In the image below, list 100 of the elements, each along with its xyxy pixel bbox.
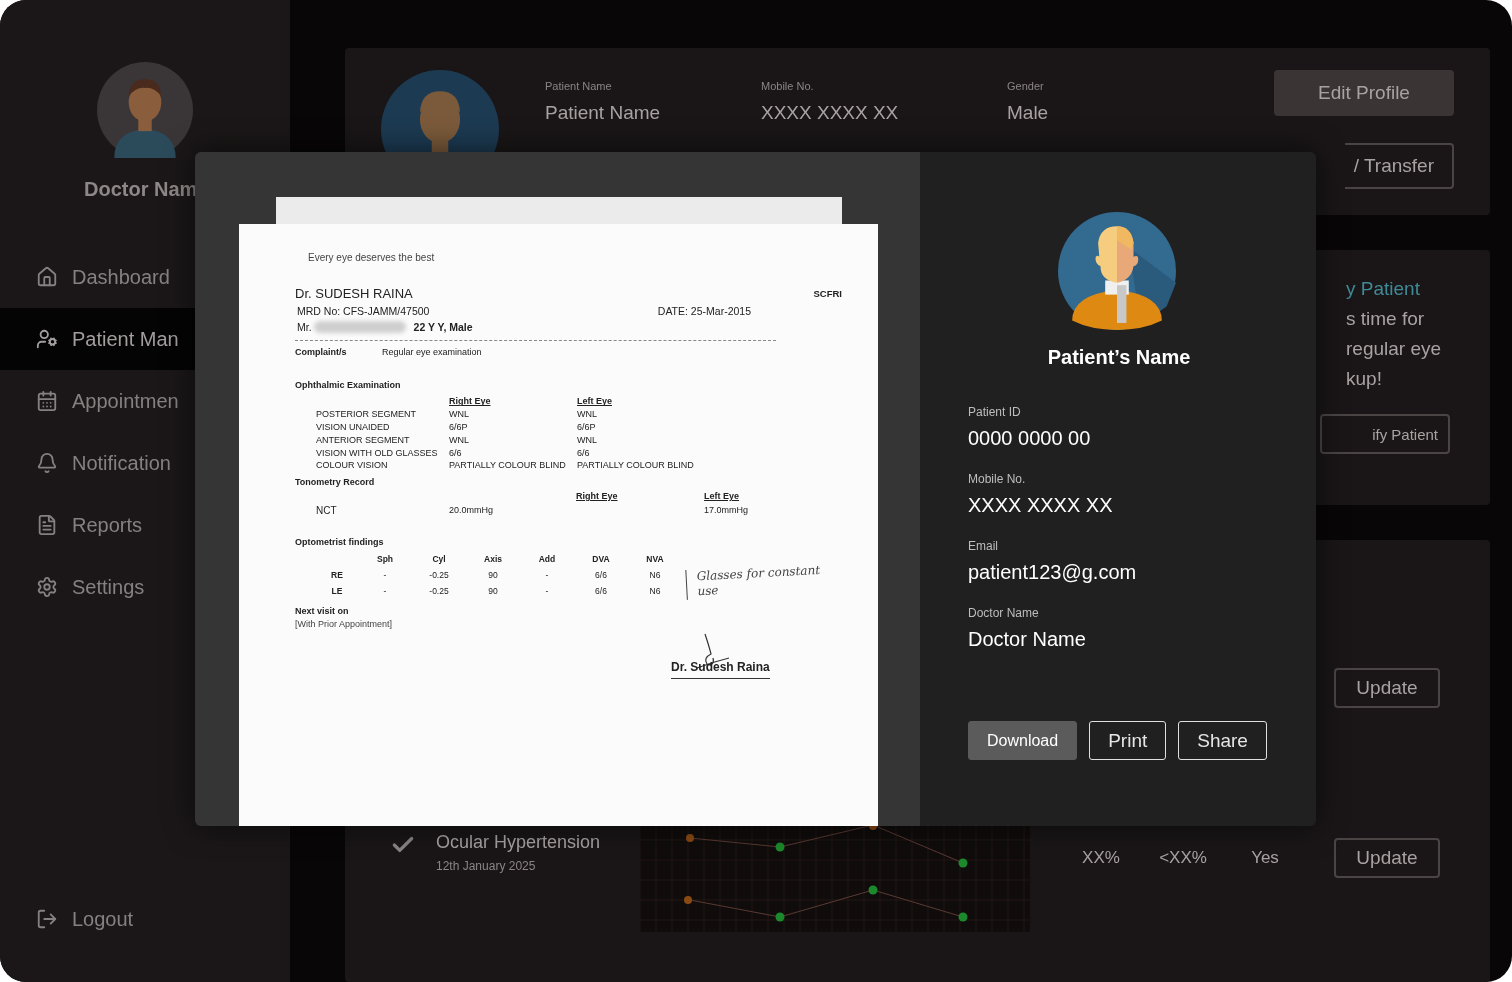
field-label: Patient Name xyxy=(545,80,613,92)
column-header: Right Eye xyxy=(449,396,492,408)
exam-value: WNL xyxy=(577,409,598,420)
profile-button[interactable]: Edit Profile xyxy=(1274,70,1454,116)
field-label: Patient ID xyxy=(968,405,1022,419)
doctor-name: Doctor Nam xyxy=(84,178,199,201)
tagline: Every eye deserves the best xyxy=(308,252,436,264)
finding-value: -0.25 xyxy=(428,585,450,597)
exam-value: 6/6 xyxy=(449,447,463,459)
complaint-label: Complaint/s xyxy=(295,346,348,358)
nav-item[interactable]: Patient Man xyxy=(0,308,195,370)
action-button[interactable]: Download xyxy=(968,721,1078,760)
signature-name: Dr. Sudesh Raina xyxy=(671,659,770,680)
doctor-heading: Dr. SUDESH RAINA xyxy=(295,286,413,302)
notify-button[interactable]: ify Patient xyxy=(1320,414,1450,454)
exam-value: PARTIALLY COLOUR BLIND xyxy=(449,460,567,472)
reminder-text: regular eye xyxy=(1346,338,1443,360)
nav-icon xyxy=(36,514,58,536)
profile-button[interactable]: / Transfer xyxy=(1345,143,1454,189)
clinic-code: SCFRI xyxy=(813,288,842,300)
column-header: Sph xyxy=(375,553,395,564)
patient-name: Patient’s Name xyxy=(1047,346,1191,369)
report-date: DATE: 25-Mar-2015 xyxy=(657,304,751,318)
logout-icon xyxy=(36,908,58,930)
column-header: Right Eye xyxy=(576,490,619,502)
field-label: Mobile No. xyxy=(968,472,1027,486)
section-title: Optometrist findings xyxy=(295,536,385,548)
exam-label: POSTERIOR SEGMENT xyxy=(316,409,417,420)
field-label: Mobile No. xyxy=(761,80,815,92)
column-header: Cyl xyxy=(431,553,447,564)
field-value: Doctor Name xyxy=(968,628,1087,651)
patient-details: 22 Y Y, Male xyxy=(413,321,473,334)
row-label: LE xyxy=(330,585,344,597)
stat-value: <XX% xyxy=(1158,848,1208,868)
field-value: XXXX XXXX XX xyxy=(968,494,1114,517)
exam-value: WNL xyxy=(577,434,598,446)
column-header: Left Eye xyxy=(577,396,613,408)
column-header: DVA xyxy=(591,553,611,564)
finding-value: 6/6 xyxy=(594,569,608,580)
exam-value: 20.0mmHg xyxy=(449,504,494,517)
section-title: Ophthalmic Examination xyxy=(295,379,402,391)
stat-value: Yes xyxy=(1250,848,1280,868)
logout-item[interactable]: Logout xyxy=(0,888,195,950)
chart-point xyxy=(958,912,968,922)
stat-value: XX% xyxy=(1081,848,1121,868)
exam-value: PARTIALLY COLOUR BLIND xyxy=(577,460,695,472)
finding-value: - xyxy=(382,585,388,597)
diagnosis-date: 12th January 2025 xyxy=(436,859,537,873)
chart-point xyxy=(775,842,785,852)
nav-item[interactable]: Dashboard xyxy=(0,246,195,308)
row-label: RE xyxy=(330,569,344,580)
complaint-value: Regular eye examination xyxy=(382,346,482,358)
chart-point xyxy=(775,912,785,922)
finding-value: -0.25 xyxy=(428,569,450,580)
diagnosis-title: Ocular Hypertension xyxy=(436,832,601,853)
exam-label: VISION WITH OLD GLASSES xyxy=(316,447,439,459)
chart-point xyxy=(686,834,694,842)
exam-value: 17.0mmHg xyxy=(704,504,749,517)
field-value: patient123@g.com xyxy=(968,561,1138,584)
exam-value: 6/6 xyxy=(577,447,591,459)
field-value: Male xyxy=(1007,102,1050,124)
finding-value: 6/6 xyxy=(594,585,608,597)
field-value: Patient Name xyxy=(545,102,662,124)
column-header: Axis xyxy=(483,553,503,564)
update-button[interactable]: Update xyxy=(1334,668,1440,708)
update-button[interactable]: Update xyxy=(1334,838,1440,878)
reminder-text: s time for xyxy=(1346,308,1426,330)
exam-value: WNL xyxy=(449,409,470,420)
nav-item[interactable]: Reports xyxy=(0,494,195,556)
nav-icon xyxy=(36,576,58,598)
exam-value: 6/6P xyxy=(449,421,469,433)
section-title: Tonometry Record xyxy=(295,477,376,488)
reminder-text: kup! xyxy=(1346,368,1383,390)
field-label: Doctor Name xyxy=(968,606,1040,620)
finding-value: N6 xyxy=(648,585,662,597)
nav-item[interactable]: Appointmen xyxy=(0,370,195,432)
reminder-title: y Patient xyxy=(1346,278,1421,300)
action-button[interactable]: Share xyxy=(1178,721,1267,760)
nav-item[interactable]: Notification xyxy=(0,432,195,494)
exam-value: 6/6P xyxy=(577,421,597,433)
finding-value: 90 xyxy=(487,569,499,580)
exam-label: COLOUR VISION xyxy=(316,460,389,472)
patient-title: Mr. xyxy=(297,321,312,334)
exam-label: ANTERIOR SEGMENT xyxy=(316,434,411,446)
nav-item[interactable]: Settings xyxy=(0,556,195,618)
chart-point xyxy=(684,896,692,904)
field-label: Email xyxy=(968,539,999,553)
exam-value: WNL xyxy=(449,434,470,446)
finding-value: - xyxy=(544,569,550,580)
nav-icon xyxy=(36,390,58,412)
nav-icon xyxy=(36,328,58,350)
chart-point xyxy=(868,885,878,895)
field-label: Gender xyxy=(1007,80,1045,92)
action-button[interactable]: Print xyxy=(1089,721,1167,760)
next-visit-label: Next visit on xyxy=(295,606,350,617)
field-value: XXXX XXXX XX xyxy=(761,102,900,124)
field-value: 0000 0000 00 xyxy=(968,427,1092,450)
column-header: Add xyxy=(537,553,557,564)
column-header: Left Eye xyxy=(704,490,740,502)
finding-value: - xyxy=(544,585,550,597)
